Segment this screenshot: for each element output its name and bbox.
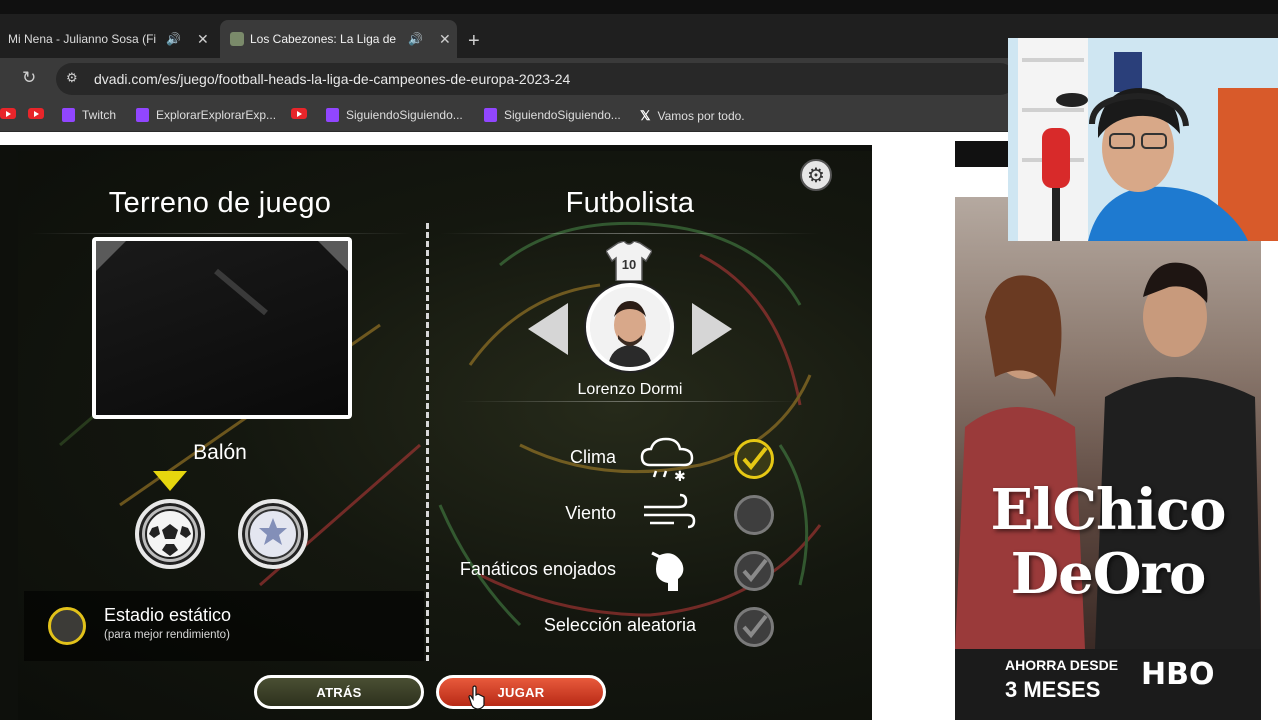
champions-ball-icon — [248, 509, 298, 559]
twitch-icon — [326, 108, 339, 122]
bookmark-label: SiguiendoSiguiendo... — [346, 108, 463, 122]
wind-icon — [644, 493, 696, 529]
tab-inactive[interactable]: Mi Nena - Julianno Sosa (Fi 🔊 ✕ — [0, 20, 215, 58]
tab-active[interactable]: Los Cabezones: La Liga de C 🔊 ✕ — [220, 20, 457, 58]
bookmark-explorar[interactable]: ExplorarExplorarExp... — [136, 108, 276, 122]
new-tab-icon[interactable]: + — [468, 30, 480, 53]
youtube-icon — [291, 108, 307, 119]
ad-title-line1: ElChico — [990, 477, 1227, 543]
checkmark-icon — [742, 614, 768, 639]
address-bar[interactable]: ⚙ dvadi.com/es/juego/football-heads-la-l… — [56, 63, 1016, 95]
option-label: Fanáticos enojados — [459, 559, 616, 579]
ball-label: Balón — [193, 441, 247, 464]
twitch-icon — [136, 108, 149, 122]
bookmark-twitch[interactable]: Twitch — [62, 108, 116, 122]
ball-selected-indicator — [153, 471, 187, 491]
bookmark-x[interactable]: 𝕏 Vamos por todo. — [640, 108, 745, 124]
hand-cursor-icon — [468, 685, 485, 709]
header-rule — [440, 233, 820, 234]
ad-title-line2: DeOro — [1010, 541, 1207, 607]
pitch-thumbnail — [96, 241, 348, 415]
close-tab-icon[interactable]: ✕ — [439, 31, 451, 48]
static-stadium-radio[interactable] — [48, 607, 86, 645]
player-avatar — [586, 283, 674, 371]
option-weather: Clima ✱ — [436, 433, 816, 483]
bookmark-siguiendo[interactable]: SiguiendoSiguiendo... — [484, 108, 621, 122]
pitch-corner-decoration — [96, 241, 348, 316]
random-selection-checkbox[interactable] — [734, 607, 774, 647]
option-random-selection: Selección aleatoria — [436, 601, 816, 651]
youtube-icon — [0, 108, 16, 119]
streamer-webcam-image — [1008, 38, 1278, 241]
checkmark-icon — [742, 446, 768, 471]
option-angry-fans: Fanáticos enojados — [436, 545, 816, 595]
game-frame[interactable]: ⚙ Terreno de juego Futbolista Balón Esta… — [0, 145, 872, 720]
angry-fan-icon — [651, 551, 684, 591]
player-face-icon — [590, 287, 670, 367]
static-stadium-sublabel: (para mejor rendimiento) — [104, 629, 230, 641]
bookmark-youtube[interactable] — [0, 108, 16, 119]
screen: Mi Nena - Julianno Sosa (Fi 🔊 ✕ Los Cabe… — [0, 0, 1278, 720]
bookmark-youtube[interactable] — [291, 108, 307, 119]
advertisement-banner[interactable]: ElChico DeOro AHORRA DESDE 3 MESES HBO — [955, 197, 1261, 720]
ad-promo-line1: AHORRA DESDE — [1005, 657, 1119, 673]
next-player-arrow-icon[interactable] — [692, 303, 732, 355]
pitch-header: Terreno de juego — [108, 187, 332, 219]
bookmark-label: Twitch — [82, 108, 117, 122]
twitch-icon — [484, 108, 497, 122]
option-label: Viento — [565, 503, 616, 523]
option-wind: Viento — [436, 489, 816, 539]
bookmark-label: Vamos por todo. — [657, 109, 745, 123]
bookmark-label: SiguiendoSiguiendo... — [504, 108, 621, 122]
speaker-icon[interactable]: 🔊 — [408, 32, 423, 46]
shirt-number: 10 — [622, 257, 636, 272]
ball-option-classic[interactable] — [135, 499, 205, 569]
pitch-preview[interactable] — [92, 237, 352, 419]
webcam-overlay — [1008, 38, 1278, 241]
ball-option-starball[interactable] — [238, 499, 308, 569]
soccer-ball-icon — [145, 509, 195, 559]
snow-rain-cloud-icon: ✱ — [640, 437, 694, 483]
speaker-icon[interactable]: 🔊 — [166, 32, 181, 46]
static-stadium-label: Estadio estático — [104, 605, 232, 625]
twitch-icon — [62, 108, 75, 122]
url-text: dvadi.com/es/juego/football-heads-la-lig… — [94, 71, 571, 87]
back-button[interactable]: ATRÁS — [254, 675, 424, 709]
wind-checkbox[interactable] — [734, 495, 774, 535]
play-button[interactable]: JUGAR — [436, 675, 606, 709]
close-tab-icon[interactable]: ✕ — [197, 31, 209, 48]
svg-text:✱: ✱ — [674, 469, 686, 483]
static-stadium-option[interactable]: Estadio estático (para mejor rendimiento… — [24, 591, 424, 661]
jersey-icon: 10 — [606, 241, 652, 281]
player-name: Lorenzo Dormi — [577, 381, 683, 398]
weather-checkbox[interactable] — [734, 439, 774, 479]
ad-promo-line2: 3 MESES — [1005, 677, 1101, 702]
tab-title: Los Cabezones: La Liga de C — [250, 32, 400, 46]
reload-icon[interactable]: ↻ — [22, 68, 36, 88]
previous-player-arrow-icon[interactable] — [528, 303, 568, 355]
ad-footer: AHORRA DESDE 3 MESES HBO — [955, 649, 1261, 720]
bookmark-siguiendo[interactable]: SiguiendoSiguiendo... — [326, 108, 463, 122]
x-icon: 𝕏 — [640, 108, 651, 123]
site-favicon-icon — [230, 32, 244, 46]
option-label: Clima — [569, 447, 616, 467]
tab-title: Mi Nena - Julianno Sosa (Fi — [8, 32, 157, 46]
checkmark-icon — [742, 558, 768, 583]
header-rule — [30, 233, 410, 234]
angry-fans-checkbox[interactable] — [734, 551, 774, 591]
name-rule — [460, 401, 800, 402]
site-info-icon[interactable]: ⚙ — [66, 70, 84, 88]
hbo-max-logo: HBO — [1141, 657, 1215, 692]
youtube-icon — [28, 108, 44, 119]
option-label: Selección aleatoria — [543, 615, 696, 635]
bookmark-youtube[interactable] — [28, 108, 44, 119]
player-header: Futbolista — [565, 187, 695, 219]
column-divider — [426, 223, 429, 661]
bookmark-label: ExplorarExplorarExp... — [156, 108, 277, 122]
